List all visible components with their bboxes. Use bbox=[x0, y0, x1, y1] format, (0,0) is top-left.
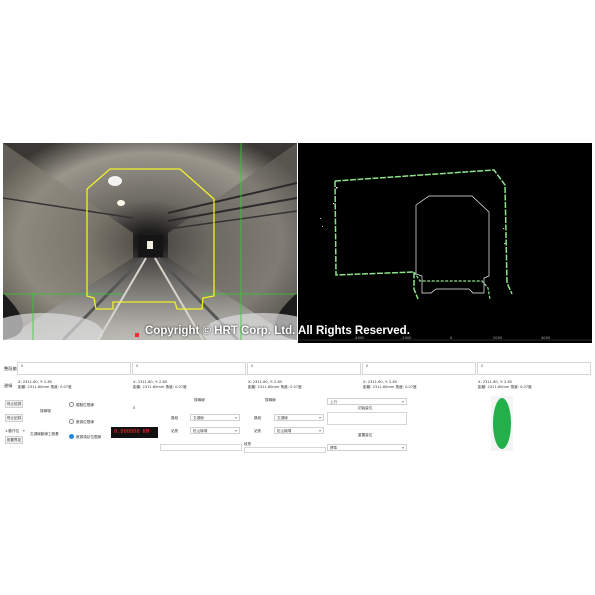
line-dropdown-left[interactable]: 文湖線 ▾ bbox=[190, 414, 240, 421]
column-info: 距離: 2311.60mm 角度: 0.07度 bbox=[248, 385, 302, 389]
check-position-input[interactable] bbox=[327, 412, 407, 425]
column-info: X: 2311.60, Y: 2.85 bbox=[478, 380, 513, 384]
value-field-2[interactable]: 0 bbox=[132, 362, 246, 375]
chevron-down-icon: ▾ bbox=[401, 399, 404, 404]
option-label-3: 數據項目位限線 bbox=[76, 435, 102, 439]
chevron-down-icon: ▾ bbox=[234, 428, 237, 433]
value-field-3[interactable]: 0 bbox=[247, 362, 361, 375]
chevron-down-icon: ▾ bbox=[234, 415, 237, 420]
plot-tick: 2000 bbox=[493, 336, 503, 340]
plot-tick: 4000 bbox=[541, 336, 551, 340]
line-label-left: 路段 bbox=[171, 416, 179, 420]
column-info: 距離: 2311.60mm 角度: 0.07度 bbox=[478, 385, 532, 389]
column-info: X: 2311.60, Y: 2.85 bbox=[18, 380, 53, 384]
section-title-right: 搜尋線 bbox=[265, 398, 276, 402]
status-label: 搜尋場 bbox=[40, 409, 51, 413]
value-field-1[interactable]: 0 bbox=[17, 362, 131, 375]
section-title-left: 搜尋線 bbox=[194, 398, 205, 402]
option-radio-3[interactable] bbox=[69, 434, 74, 439]
chevron-down-icon: ▾ bbox=[401, 445, 404, 450]
column-info: 距離: 2311.60mm 角度: 0.07度 bbox=[18, 385, 72, 389]
station-label-left: 站別 bbox=[171, 429, 179, 433]
km-counter-value: 0.000000 KM bbox=[114, 429, 150, 435]
km-counter: 0.000000 KM bbox=[111, 427, 158, 438]
line-label-right: 路段 bbox=[254, 416, 262, 420]
column-info: 距離: 2311.60mm 角度: 0.07度 bbox=[363, 385, 417, 389]
mode-chevron-icon[interactable]: ▾ bbox=[23, 429, 25, 433]
contour-plot: -4000 -2000 0 2000 4000 bbox=[298, 143, 592, 343]
reset-position-label: 重置量位 bbox=[358, 433, 373, 437]
status-indicator-light bbox=[493, 398, 511, 449]
row-label-points: 邊緣 bbox=[4, 383, 13, 388]
zero-value: 0 bbox=[133, 406, 136, 410]
chevron-down-icon: ▾ bbox=[318, 415, 321, 420]
section-label: 段別 bbox=[244, 442, 252, 446]
chevron-down-icon: ▾ bbox=[318, 428, 321, 433]
contour-svg bbox=[298, 169, 592, 341]
column-info: X: 2311.60, Y: 2.85 bbox=[248, 380, 283, 384]
value-field-4[interactable]: 0 bbox=[362, 362, 476, 375]
camera-view bbox=[3, 143, 297, 340]
value-field-5[interactable]: 0 bbox=[477, 362, 591, 375]
option-label-1: 擬點位限線 bbox=[76, 403, 94, 407]
copyright-watermark: Copyright © HRT Corp. Ltd. All Rights Re… bbox=[145, 325, 410, 337]
pause-detection-button[interactable]: 停止檢測 bbox=[5, 400, 23, 408]
plot-tick: 0 bbox=[450, 336, 453, 340]
input-right[interactable] bbox=[244, 447, 326, 453]
option-radio-2[interactable] bbox=[69, 419, 74, 424]
station-dropdown-right[interactable]: 松山機場 ▾ bbox=[274, 427, 324, 434]
status-indicator bbox=[491, 396, 513, 451]
source-label: 文湖線動線工程基 bbox=[30, 432, 59, 436]
option-radio-1[interactable] bbox=[69, 402, 74, 407]
column-info: 距離: 2311.60mm 角度: 0.07度 bbox=[133, 385, 187, 389]
stop-recording-button[interactable]: 停止記錄 bbox=[5, 414, 23, 422]
station-label-right: 站別 bbox=[254, 429, 262, 433]
check-position-label: 初始量位 bbox=[358, 406, 373, 410]
mode-label: 1.動作位 bbox=[5, 429, 20, 433]
line-dropdown-right[interactable]: 文湖線 ▾ bbox=[274, 414, 324, 421]
tunnel-image bbox=[3, 143, 297, 340]
mode-dropdown[interactable]: 標準 ▾ bbox=[327, 444, 407, 451]
option-label-2: 數據位限線 bbox=[76, 420, 94, 424]
column-info: X: 2311.60, Y: 2.85 bbox=[363, 380, 398, 384]
setting-button[interactable]: 設置界定 bbox=[5, 436, 23, 444]
input-left[interactable] bbox=[160, 444, 242, 451]
column-info: X: 2311.60, Y: 2.85 bbox=[133, 380, 168, 384]
direction-dropdown[interactable]: 上行 ▾ bbox=[327, 398, 407, 405]
station-dropdown-left[interactable]: 松山機場 ▾ bbox=[190, 427, 240, 434]
